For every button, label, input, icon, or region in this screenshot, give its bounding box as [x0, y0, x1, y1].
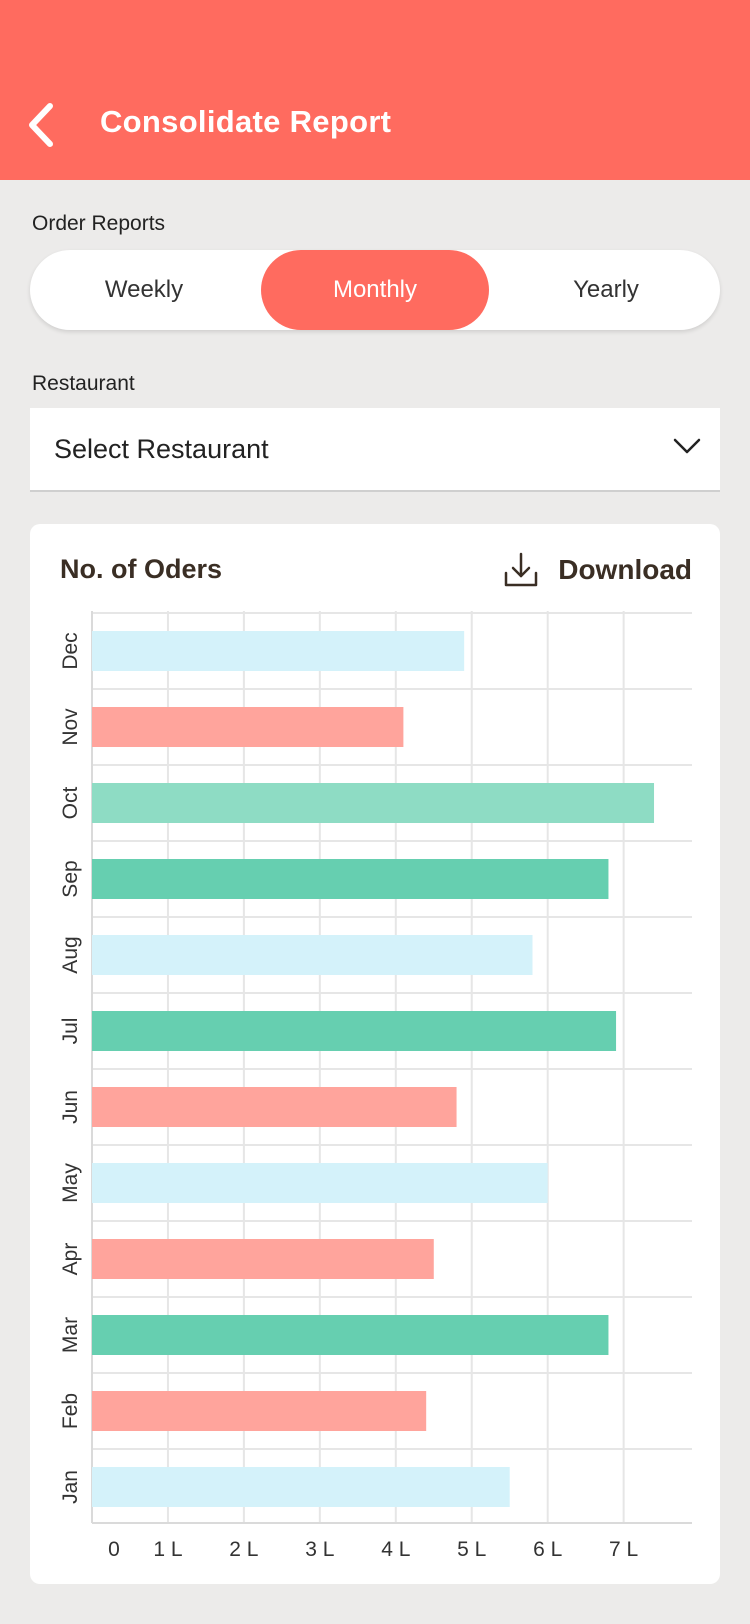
category-label: May — [59, 1163, 82, 1203]
x-tick-label: 3 L — [305, 1538, 334, 1561]
restaurant-select-value: Select Restaurant — [54, 434, 269, 464]
x-tick-label: 2 L — [229, 1538, 258, 1561]
bar-nov — [92, 707, 404, 747]
bar-aug — [92, 935, 533, 975]
category-label: Mar — [59, 1317, 82, 1353]
bar-sep — [92, 859, 609, 899]
chevron-left-icon[interactable] — [22, 100, 62, 150]
bar-feb — [92, 1391, 427, 1431]
x-tick-label: 1 L — [153, 1538, 182, 1561]
x-tick-label: 4 L — [381, 1538, 410, 1561]
bar-mar — [92, 1315, 609, 1355]
orders-chart-card: No. of Oders Download Dec Nov Oct Sep Aug Jul… — [30, 524, 720, 1584]
bar-oct — [92, 783, 655, 823]
bar-jul — [92, 1011, 617, 1051]
tab-monthly[interactable]: Monthly — [261, 250, 489, 330]
category-label: Nov — [59, 708, 82, 746]
x-tick-label: 7 L — [609, 1538, 638, 1561]
category-label: Aug — [59, 936, 82, 973]
category-label: Sep — [59, 860, 82, 897]
orders-bar-chart: Dec Nov Oct Sep Aug Jul Jun May Apr Mar Feb Jan 0 1 L… — [59, 611, 692, 1561]
category-label: Dec — [59, 632, 82, 669]
bar-dec — [92, 631, 465, 671]
page-title: Consolidate Report — [100, 104, 392, 139]
bar-may — [92, 1163, 548, 1203]
x-tick-label: 0 — [108, 1538, 120, 1561]
category-label: Apr — [59, 1243, 82, 1276]
x-tick-label: 5 L — [457, 1538, 486, 1561]
category-label: Oct — [59, 787, 82, 820]
category-label: Jan — [59, 1470, 82, 1504]
bar-jan — [92, 1467, 510, 1507]
tab-yearly[interactable]: Yearly — [492, 250, 720, 330]
report-period-toggle: Weekly Monthly Yearly — [30, 250, 720, 330]
tab-weekly[interactable]: Weekly — [30, 250, 258, 330]
category-label: Feb — [59, 1393, 82, 1429]
restaurant-select[interactable]: Select Restaurant — [30, 408, 720, 492]
bar-jun — [92, 1087, 457, 1127]
app-header: Consolidate Report — [0, 0, 750, 180]
category-label: Jul — [59, 1018, 82, 1045]
restaurant-label: Restaurant — [32, 372, 135, 395]
category-label: Jun — [59, 1090, 82, 1124]
x-tick-label: 6 L — [533, 1538, 562, 1561]
chevron-down-icon — [673, 438, 701, 454]
bar-apr — [92, 1239, 434, 1279]
order-reports-label: Order Reports — [32, 212, 166, 235]
